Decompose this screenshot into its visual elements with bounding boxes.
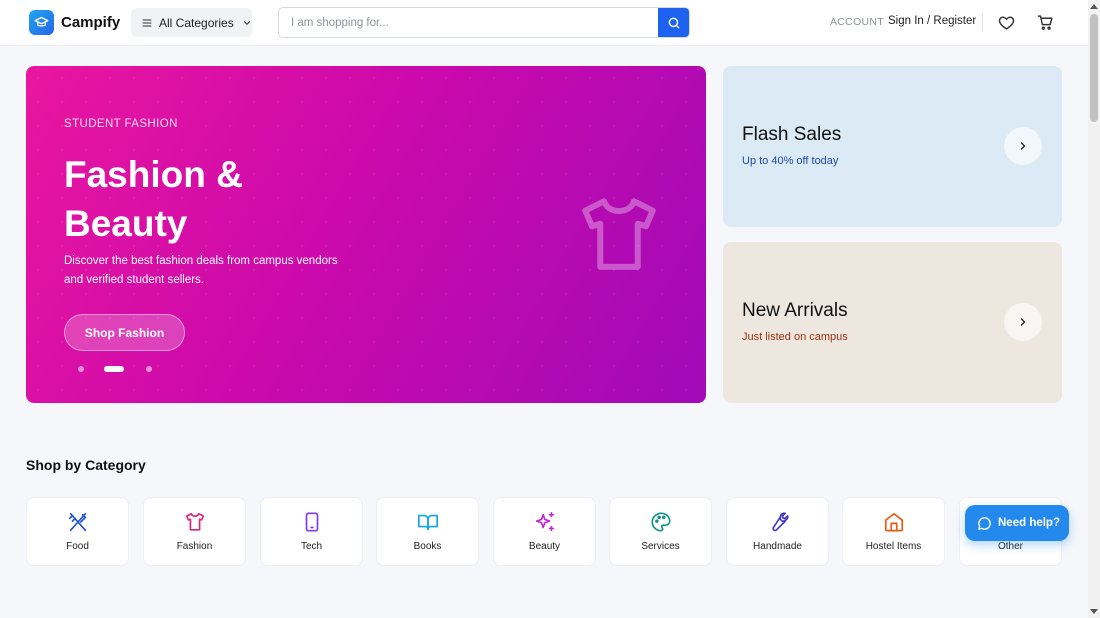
hero-title: Fashion & Beauty — [64, 154, 243, 244]
category-label: Services — [641, 541, 680, 552]
search-bar — [278, 7, 690, 38]
new-arrivals-arrow-button[interactable] — [1004, 303, 1042, 341]
category-hostel-items[interactable]: Hostel Items — [842, 497, 945, 566]
search-button[interactable] — [658, 8, 689, 37]
category-label: Food — [66, 541, 89, 552]
tablet-icon — [305, 512, 319, 532]
header-divider — [982, 13, 983, 32]
chevron-down-icon — [243, 20, 250, 25]
menu-icon — [142, 18, 152, 27]
new-arrivals-title: New Arrivals — [742, 300, 848, 321]
category-food[interactable]: Food — [26, 497, 129, 566]
category-handmade[interactable]: Handmade — [726, 497, 829, 566]
account-label: ACCOUNT — [830, 16, 885, 28]
chat-bubble-icon — [978, 516, 991, 530]
need-help-label: Need help? — [998, 517, 1060, 529]
sparkles-icon — [535, 512, 555, 532]
category-label: Hostel Items — [865, 541, 922, 552]
flash-sales-card[interactable]: Flash Sales Up to 40% off today — [723, 66, 1062, 227]
book-open-icon — [418, 514, 438, 531]
flash-sales-title: Flash Sales — [742, 124, 842, 145]
category-label: Fashion — [176, 541, 213, 552]
category-label: Beauty — [528, 541, 561, 552]
page-scrollbar[interactable] — [1088, 0, 1100, 618]
hero-banner: STUDENT FASHION Fashion & Beauty Discove… — [26, 66, 706, 403]
brand-name: Campify — [61, 14, 121, 31]
scroll-thumb[interactable] — [1090, 14, 1098, 122]
category-label: Tech — [300, 541, 323, 552]
category-tech[interactable]: Tech — [260, 497, 363, 566]
all-categories-label: All Categories — [159, 15, 234, 30]
category-books[interactable]: Books — [376, 497, 479, 566]
all-categories-button[interactable]: All Categories — [131, 8, 252, 37]
category-services[interactable]: Services — [609, 497, 712, 566]
category-label: Other — [997, 541, 1023, 552]
new-arrivals-card[interactable]: New Arrivals Just listed on campus — [723, 242, 1062, 403]
home-icon — [884, 512, 904, 532]
hero-description: Discover the best fashion deals from cam… — [64, 255, 338, 286]
chevron-right-icon — [1020, 318, 1026, 326]
brand-logo[interactable]: Campify — [29, 10, 120, 35]
sign-in-register-link[interactable]: Sign In / Register — [888, 15, 976, 27]
carousel-dot[interactable] — [146, 366, 152, 372]
cart-icon[interactable] — [1037, 14, 1054, 31]
category-beauty[interactable]: Beauty — [493, 497, 596, 566]
chevron-right-icon — [1020, 142, 1026, 150]
search-input[interactable] — [279, 8, 649, 37]
carousel-dot-active[interactable] — [104, 366, 124, 372]
top-header: Campify All Categories ACCOUNT Sign In /… — [0, 0, 1088, 46]
utensils-icon — [68, 512, 87, 532]
category-label: Handmade — [753, 541, 802, 552]
category-label: Books — [413, 541, 442, 552]
new-arrivals-subtitle: Just listed on campus — [742, 331, 848, 343]
flash-sales-arrow-button[interactable] — [1004, 127, 1042, 165]
wrench-icon — [772, 512, 789, 532]
search-icon — [668, 17, 679, 28]
carousel-indicators — [78, 366, 152, 372]
shirt-icon — [582, 198, 656, 270]
category-fashion[interactable]: Fashion — [143, 497, 246, 566]
shirt-icon — [185, 512, 205, 531]
need-help-button[interactable]: Need help? — [965, 505, 1069, 541]
scroll-up-arrow[interactable] — [1090, 4, 1098, 9]
hero-kicker: STUDENT FASHION — [64, 118, 178, 130]
shop-by-category-heading: Shop by Category — [26, 457, 146, 473]
carousel-dot[interactable] — [78, 366, 84, 372]
shop-fashion-button[interactable]: Shop Fashion — [64, 314, 185, 351]
flash-sales-subtitle: Up to 40% off today — [742, 155, 839, 167]
palette-icon — [651, 512, 671, 532]
graduation-cap-icon — [29, 10, 54, 35]
heart-icon[interactable] — [998, 14, 1015, 31]
scroll-down-arrow[interactable] — [1090, 609, 1098, 614]
